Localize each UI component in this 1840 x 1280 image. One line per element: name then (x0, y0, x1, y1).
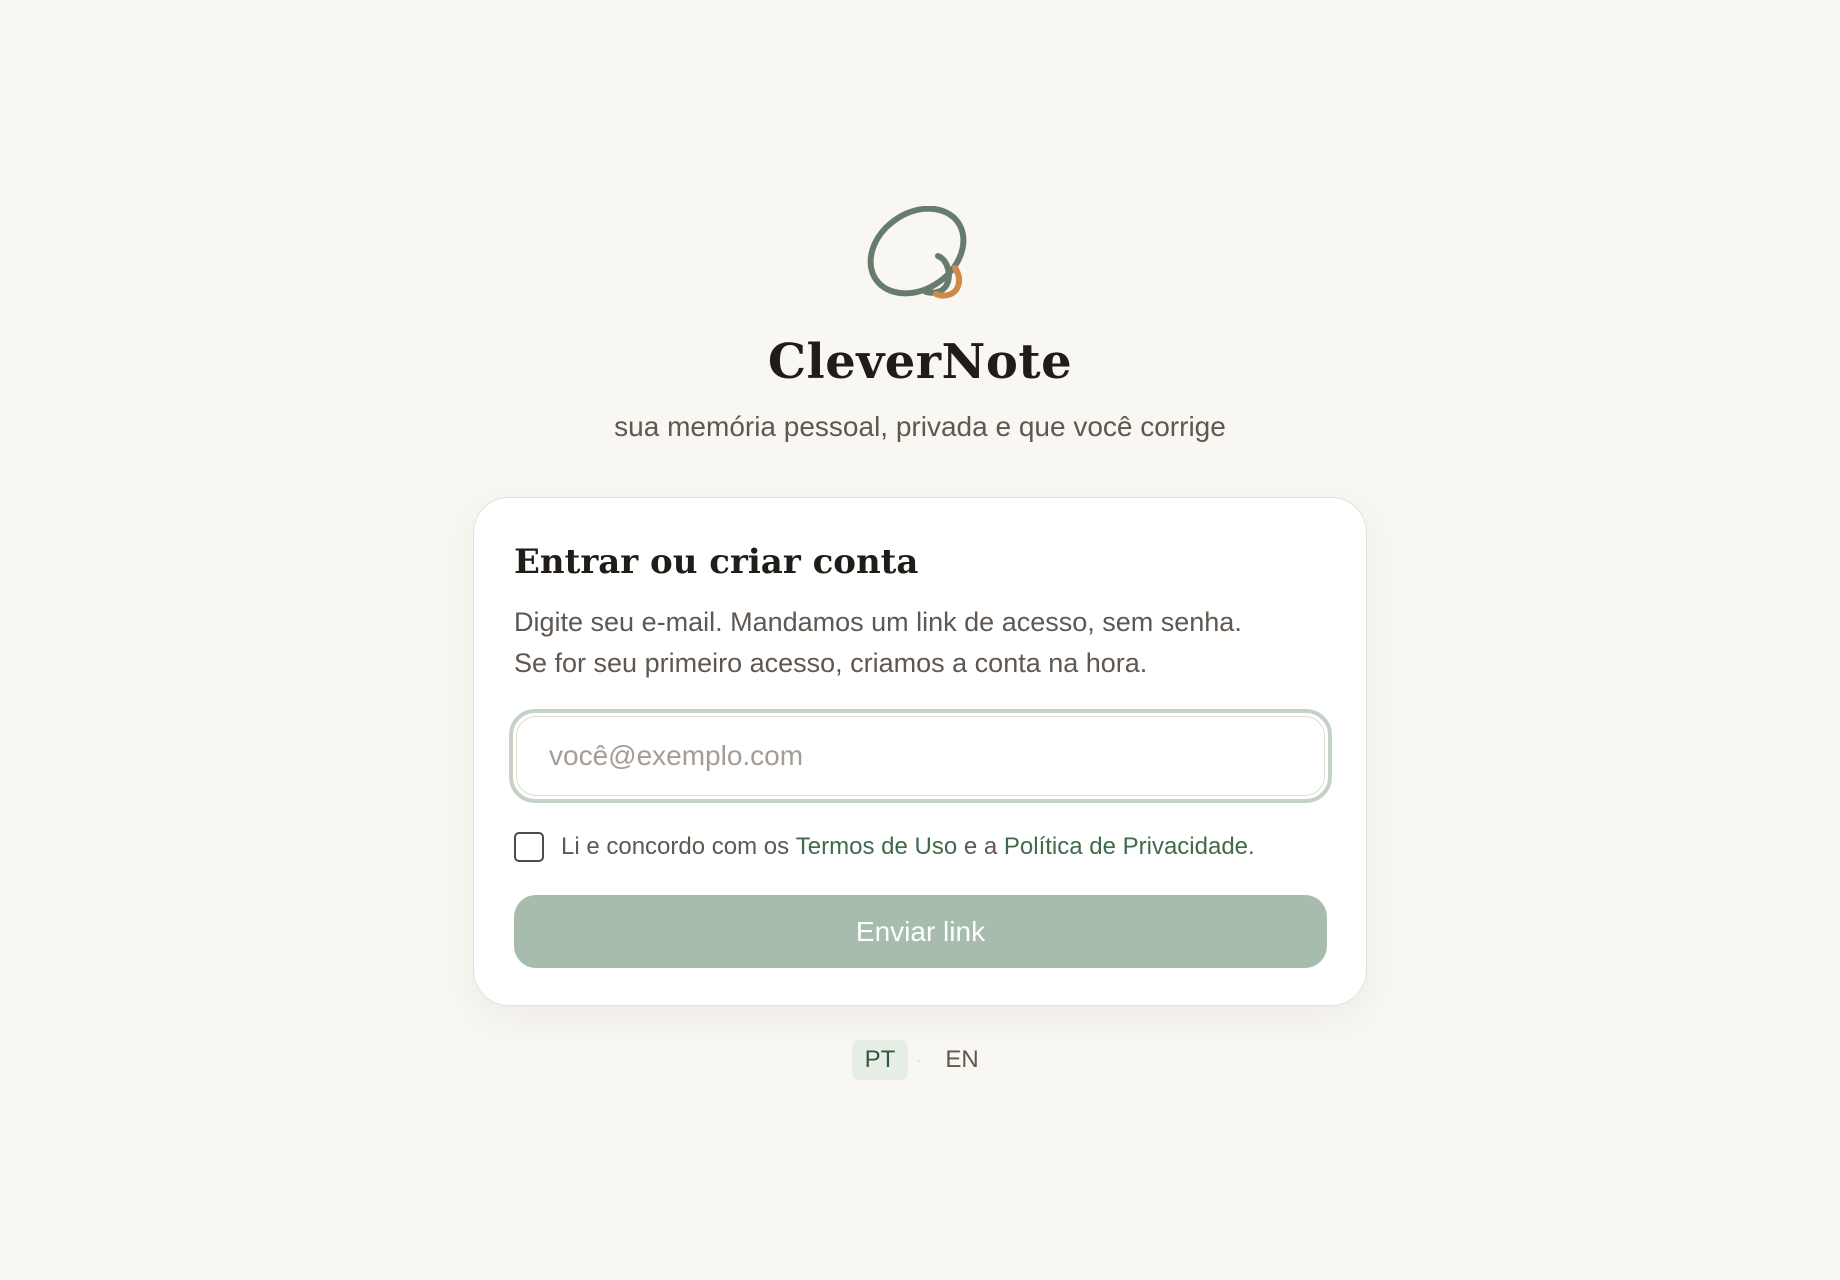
orbit-logo-icon (867, 206, 967, 299)
language-switcher: PT · EN (852, 1040, 988, 1080)
consent-suffix: . (1248, 833, 1255, 860)
description-line-2: Se for seu primeiro acesso, criamos a co… (514, 648, 1148, 678)
auth-card-title: Entrar ou criar conta (514, 542, 919, 582)
app-tagline: sua memória pessoal, privada e que você … (614, 411, 1226, 442)
send-link-button[interactable]: Enviar link (514, 895, 1327, 968)
description-line-1: Digite seu e-mail. Mandamos um link de a… (514, 607, 1242, 637)
auth-card: Entrar ou criar conta Digite seu e-mail.… (473, 497, 1367, 1006)
consent-row: Li e concordo com os Termos de Uso e a P… (514, 831, 1255, 863)
language-option-pt[interactable]: PT (852, 1040, 908, 1080)
login-page: CleverNote sua memória pessoal, privada … (0, 0, 1840, 1280)
language-separator: · (916, 1052, 922, 1068)
consent-prefix: Li e concordo com os (561, 833, 796, 860)
app-name: CleverNote (767, 334, 1073, 390)
email-input[interactable] (516, 716, 1325, 796)
language-option-en[interactable]: EN (940, 1040, 984, 1080)
terms-link[interactable]: Termos de Uso (796, 833, 957, 861)
privacy-link[interactable]: Política de Privacidade (1004, 833, 1248, 861)
consent-middle: e a (957, 833, 1004, 860)
email-field-focus-ring (509, 709, 1332, 803)
auth-card-description: Digite seu e-mail. Mandamos um link de a… (514, 602, 1334, 684)
consent-checkbox[interactable] (514, 832, 544, 862)
